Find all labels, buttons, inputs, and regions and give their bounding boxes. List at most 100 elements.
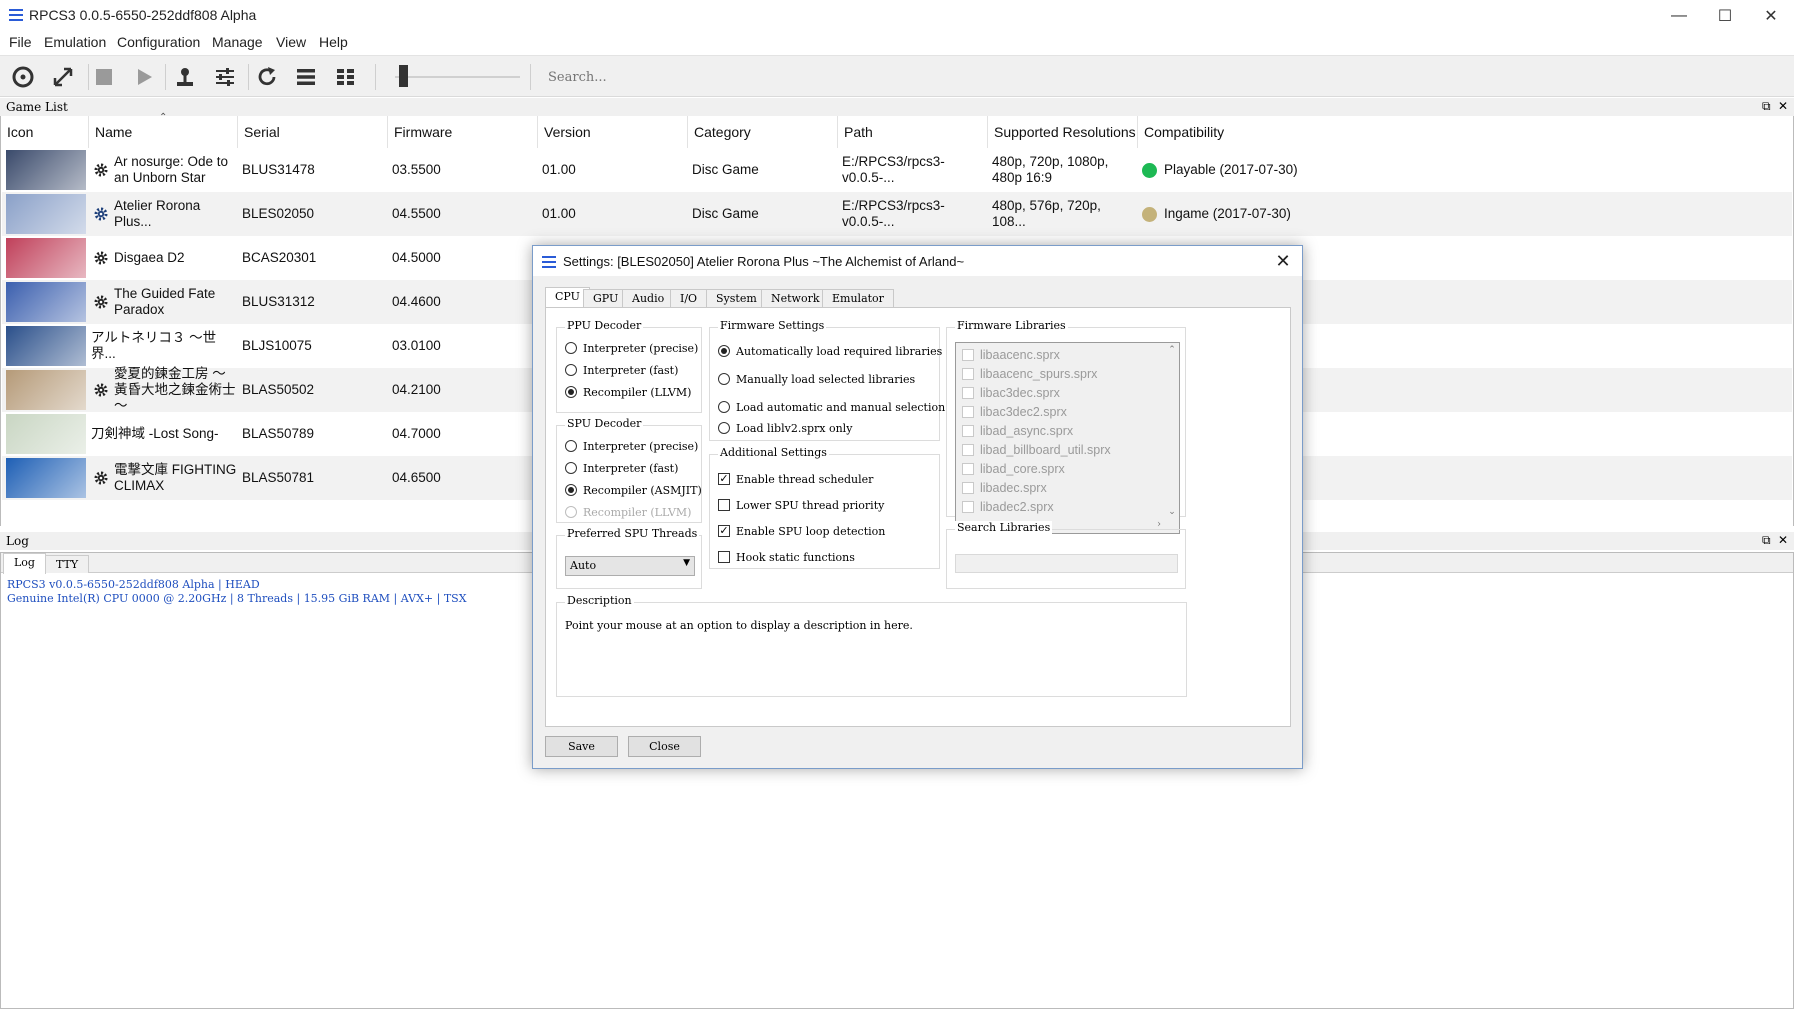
radio-button[interactable] bbox=[718, 401, 730, 413]
menu-view[interactable]: View bbox=[276, 34, 306, 50]
table-row[interactable]: Atelier Rorona Plus... BLES02050 04.5500 01… bbox=[2, 192, 1792, 236]
column-header-resolutions[interactable]: Supported Resolutions bbox=[988, 116, 1138, 148]
firmware-libraries-list[interactable]: libaacenc.sprx libaacenc_spurs.sprx libac3… bbox=[955, 342, 1180, 534]
tab-system[interactable]: System bbox=[706, 289, 767, 307]
column-header-category[interactable]: Category bbox=[688, 116, 838, 148]
column-header-firmware[interactable]: Firmware bbox=[388, 116, 538, 148]
column-header-version[interactable]: Version bbox=[538, 116, 688, 148]
library-item[interactable]: libaacenc.sprx bbox=[962, 346, 1060, 364]
checkbox[interactable] bbox=[962, 482, 974, 494]
tab-audio[interactable]: Audio bbox=[622, 289, 675, 307]
search-libraries-input[interactable] bbox=[955, 554, 1178, 573]
radio-button[interactable] bbox=[565, 364, 577, 376]
checkbox[interactable] bbox=[962, 501, 974, 513]
radio-button[interactable] bbox=[718, 345, 730, 357]
firmware-option[interactable]: Load liblv2.sprx only bbox=[718, 420, 852, 436]
dialog-title-bar: Settings: [BLES02050] Atelier Rorona Plu… bbox=[533, 246, 1302, 276]
checkbox[interactable] bbox=[718, 499, 730, 511]
start-button[interactable] bbox=[129, 62, 159, 92]
config-button[interactable] bbox=[210, 62, 240, 92]
vertical-scrollbar[interactable]: ⌃ ⌄ bbox=[1165, 343, 1179, 519]
spu-option[interactable]: Recompiler (ASMJIT) bbox=[565, 482, 702, 498]
open-disc-button[interactable] bbox=[8, 62, 38, 92]
column-header-path[interactable]: Path bbox=[838, 116, 988, 148]
firmware-option[interactable]: Manually load selected libraries bbox=[718, 371, 915, 387]
library-item[interactable]: libac3dec2.sprx bbox=[962, 403, 1067, 421]
menu-file[interactable]: File bbox=[9, 34, 32, 50]
close-button[interactable]: Close bbox=[628, 736, 701, 757]
additional-option[interactable]: Hook static functions bbox=[718, 549, 855, 565]
dock-float-icon[interactable]: ⧉ bbox=[1762, 99, 1771, 114]
library-item[interactable]: libad_async.sprx bbox=[962, 422, 1073, 440]
column-header-serial[interactable]: Serial bbox=[238, 116, 388, 148]
checkbox[interactable] bbox=[962, 425, 974, 437]
firmware-option[interactable]: Load automatic and manual selection bbox=[718, 399, 945, 415]
menu-help[interactable]: Help bbox=[319, 34, 348, 50]
checkbox[interactable] bbox=[962, 368, 974, 380]
ppu-option[interactable]: Recompiler (LLVM) bbox=[565, 384, 691, 400]
additional-option[interactable]: ✓ Enable SPU loop detection bbox=[718, 523, 885, 539]
search-input[interactable] bbox=[536, 64, 736, 90]
icon-size-slider[interactable] bbox=[395, 64, 520, 90]
checkbox[interactable] bbox=[962, 463, 974, 475]
slider-handle[interactable] bbox=[399, 65, 408, 87]
close-window-button[interactable]: ✕ bbox=[1748, 0, 1794, 31]
library-item[interactable]: libad_billboard_util.sprx bbox=[962, 441, 1111, 459]
additional-option[interactable]: ✓ Enable thread scheduler bbox=[718, 471, 873, 487]
radio-button[interactable] bbox=[565, 440, 577, 452]
spu-option[interactable]: Interpreter (fast) bbox=[565, 460, 678, 476]
menu-emulation[interactable]: Emulation bbox=[44, 34, 106, 50]
spu-threads-select[interactable]: Auto ▼ bbox=[565, 556, 695, 576]
radio-button[interactable] bbox=[565, 342, 577, 354]
column-header-compatibility[interactable]: Compatibility bbox=[1138, 116, 1791, 148]
checkbox[interactable] bbox=[962, 406, 974, 418]
library-item[interactable]: libaacenc_spurs.sprx bbox=[962, 365, 1097, 383]
tab-tty[interactable]: TTY bbox=[45, 555, 90, 573]
tab-log[interactable]: Log bbox=[3, 553, 46, 574]
checkbox[interactable] bbox=[962, 387, 974, 399]
dock-float-icon[interactable]: ⧉ bbox=[1762, 533, 1771, 548]
firmware-option[interactable]: Automatically load required libraries bbox=[718, 343, 942, 359]
tab-emulator[interactable]: Emulator bbox=[822, 289, 894, 307]
group-title: Description bbox=[565, 594, 634, 607]
compat-status-icon bbox=[1142, 162, 1157, 178]
menu-manage[interactable]: Manage bbox=[212, 34, 263, 50]
radio-button[interactable] bbox=[718, 422, 730, 434]
radio-button[interactable] bbox=[565, 484, 577, 496]
checkbox[interactable]: ✓ bbox=[718, 473, 730, 485]
tab-io[interactable]: I/O bbox=[670, 289, 708, 307]
maximize-button[interactable]: ☐ bbox=[1702, 0, 1748, 31]
radio-button[interactable] bbox=[718, 373, 730, 385]
radio-button[interactable] bbox=[565, 462, 577, 474]
dock-close-icon[interactable]: ✕ bbox=[1778, 533, 1788, 547]
dialog-close-icon[interactable]: ✕ bbox=[1270, 249, 1296, 273]
list-view-button[interactable] bbox=[291, 62, 321, 92]
column-header-name[interactable]: Name ⌃ bbox=[89, 112, 238, 148]
radio-button[interactable] bbox=[565, 386, 577, 398]
tab-network[interactable]: Network bbox=[761, 289, 830, 307]
checkbox[interactable] bbox=[962, 444, 974, 456]
library-item[interactable]: libadec2.sprx bbox=[962, 498, 1054, 516]
spu-option[interactable]: Interpreter (precise) bbox=[565, 438, 698, 454]
grid-view-button[interactable] bbox=[331, 62, 361, 92]
menu-configuration[interactable]: Configuration bbox=[117, 34, 200, 50]
stop-button[interactable] bbox=[89, 62, 119, 92]
library-item[interactable]: libac3dec.sprx bbox=[962, 384, 1060, 402]
refresh-button[interactable] bbox=[252, 62, 282, 92]
library-item[interactable]: libad_core.sprx bbox=[962, 460, 1065, 478]
ppu-option[interactable]: Interpreter (fast) bbox=[565, 362, 678, 378]
column-header-icon[interactable]: Icon bbox=[1, 116, 89, 148]
dock-close-icon[interactable]: ✕ bbox=[1778, 99, 1788, 113]
checkbox[interactable] bbox=[718, 551, 730, 563]
pad-settings-button[interactable] bbox=[170, 62, 200, 92]
additional-option[interactable]: Lower SPU thread priority bbox=[718, 497, 884, 513]
checkbox[interactable]: ✓ bbox=[718, 525, 730, 537]
ppu-option[interactable]: Interpreter (precise) bbox=[565, 340, 698, 356]
minimize-button[interactable]: — bbox=[1656, 0, 1702, 31]
checkbox[interactable] bbox=[962, 349, 974, 361]
fullscreen-button[interactable] bbox=[48, 62, 78, 92]
game-firmware: 04.4600 bbox=[392, 294, 441, 309]
library-item[interactable]: libadec.sprx bbox=[962, 479, 1047, 497]
save-button[interactable]: Save bbox=[545, 736, 618, 757]
table-row[interactable]: Ar nosurge: Ode to an Unborn Star BLUS314… bbox=[2, 148, 1792, 192]
